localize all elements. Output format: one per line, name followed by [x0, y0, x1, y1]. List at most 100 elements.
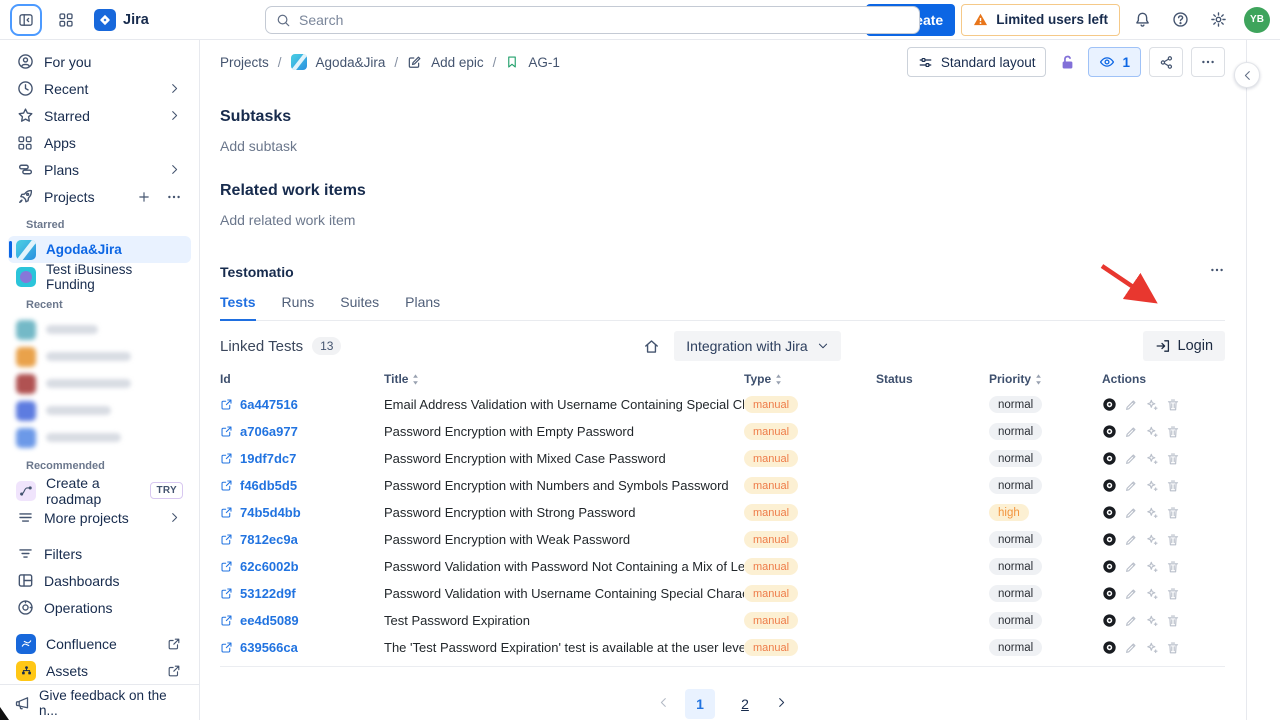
watchers-button[interactable]: 1 [1088, 47, 1141, 77]
generate-test-button[interactable] [1145, 425, 1159, 439]
more-actions-button[interactable] [1191, 47, 1225, 77]
sidebar-item-assets[interactable]: Assets [8, 657, 191, 684]
avatar[interactable]: YB [1244, 7, 1270, 33]
home-button[interactable] [643, 338, 660, 355]
sidebar-project-test-ibusiness-funding[interactable]: Test iBusiness Funding [8, 263, 191, 290]
breadcrumb-add-epic[interactable]: Add epic [431, 55, 484, 70]
test-id-link[interactable]: a706a977 [220, 424, 384, 439]
edit-test-button[interactable] [1124, 479, 1138, 493]
sidebar-item-dashboards[interactable]: Dashboards [8, 567, 191, 594]
sidebar-item-confluence[interactable]: Confluence [8, 630, 191, 657]
edit-test-button[interactable] [1124, 641, 1138, 655]
integration-dropdown[interactable]: Integration with Jira [674, 331, 840, 361]
sidebar-item-plans[interactable]: Plans [8, 156, 191, 183]
settings-button[interactable] [1202, 4, 1234, 36]
add-project-button[interactable] [135, 190, 153, 204]
edit-test-button[interactable] [1124, 452, 1138, 466]
generate-test-button[interactable] [1145, 560, 1159, 574]
column-header-title[interactable]: Title [384, 372, 744, 386]
testomatio-more-button[interactable] [1209, 262, 1225, 281]
test-id-link[interactable]: 62c6002b [220, 559, 384, 574]
view-test-button[interactable] [1102, 424, 1117, 439]
sidebar-recent-item-2[interactable] [8, 343, 191, 370]
login-button[interactable]: Login [1143, 331, 1225, 361]
page-button-2[interactable]: 2 [730, 689, 760, 719]
layout-button[interactable]: Standard layout [907, 47, 1047, 77]
help-button[interactable] [1164, 4, 1196, 36]
view-test-button[interactable] [1102, 640, 1117, 655]
tab-runs[interactable]: Runs [282, 294, 315, 321]
delete-test-button[interactable] [1166, 506, 1180, 520]
edit-test-button[interactable] [1124, 398, 1138, 412]
search-input[interactable] [299, 12, 909, 28]
generate-test-button[interactable] [1145, 506, 1159, 520]
column-header-priority[interactable]: Priority [989, 372, 1102, 386]
view-test-button[interactable] [1102, 478, 1117, 493]
breadcrumb-projects[interactable]: Projects [220, 55, 269, 70]
edit-test-button[interactable] [1124, 587, 1138, 601]
delete-test-button[interactable] [1166, 641, 1180, 655]
tab-tests[interactable]: Tests [220, 294, 256, 321]
unlock-button[interactable] [1054, 47, 1080, 77]
generate-test-button[interactable] [1145, 614, 1159, 628]
test-id-link[interactable]: 53122d9f [220, 586, 384, 601]
edit-test-button[interactable] [1124, 533, 1138, 547]
tab-suites[interactable]: Suites [340, 294, 379, 321]
view-test-button[interactable] [1102, 586, 1117, 601]
projects-more-button[interactable] [165, 189, 183, 205]
view-test-button[interactable] [1102, 532, 1117, 547]
generate-test-button[interactable] [1145, 641, 1159, 655]
edit-test-button[interactable] [1124, 425, 1138, 439]
test-id-link[interactable]: 19df7dc7 [220, 451, 384, 466]
sidebar-item-operations[interactable]: Operations [8, 594, 191, 621]
test-id-link[interactable]: 6a447516 [220, 397, 384, 412]
sidebar-item-filters[interactable]: Filters [8, 540, 191, 567]
sidebar-item-for-you[interactable]: For you [8, 48, 191, 75]
test-id-link[interactable]: ee4d5089 [220, 613, 384, 628]
page-button-1[interactable]: 1 [685, 689, 715, 719]
limited-users-button[interactable]: Limited users left [961, 4, 1120, 36]
sidebar-item-apps[interactable]: Apps [8, 129, 191, 156]
sidebar-recent-item-1[interactable] [8, 316, 191, 343]
view-test-button[interactable] [1102, 451, 1117, 466]
next-page-button[interactable] [775, 696, 788, 713]
previous-page-button[interactable] [657, 696, 670, 713]
delete-test-button[interactable] [1166, 560, 1180, 574]
search-box[interactable] [265, 6, 920, 34]
delete-test-button[interactable] [1166, 425, 1180, 439]
tab-plans[interactable]: Plans [405, 294, 440, 321]
generate-test-button[interactable] [1145, 533, 1159, 547]
sidebar-item-create-roadmap[interactable]: Create a roadmap TRY [8, 477, 191, 504]
add-subtask-link[interactable]: Add subtask [220, 138, 1225, 154]
delete-test-button[interactable] [1166, 398, 1180, 412]
jira-logo[interactable]: Jira [90, 9, 153, 31]
test-id-link[interactable]: 639566ca [220, 640, 384, 655]
sidebar-item-projects[interactable]: Projects [8, 183, 191, 210]
edit-test-button[interactable] [1124, 614, 1138, 628]
sidebar-item-starred[interactable]: Starred [8, 102, 191, 129]
add-related-work-item-link[interactable]: Add related work item [220, 212, 1225, 228]
sidebar-item-recent[interactable]: Recent [8, 75, 191, 102]
view-test-button[interactable] [1102, 613, 1117, 628]
edit-test-button[interactable] [1124, 560, 1138, 574]
sidebar-project-agoda-jira[interactable]: Agoda&Jira [8, 236, 191, 263]
share-button[interactable] [1149, 47, 1183, 77]
delete-test-button[interactable] [1166, 479, 1180, 493]
view-test-button[interactable] [1102, 505, 1117, 520]
delete-test-button[interactable] [1166, 452, 1180, 466]
notifications-button[interactable] [1126, 4, 1158, 36]
app-switcher-button[interactable] [50, 4, 82, 36]
delete-test-button[interactable] [1166, 614, 1180, 628]
generate-test-button[interactable] [1145, 479, 1159, 493]
generate-test-button[interactable] [1145, 452, 1159, 466]
generate-test-button[interactable] [1145, 587, 1159, 601]
delete-test-button[interactable] [1166, 533, 1180, 547]
column-header-type[interactable]: Type [744, 372, 876, 386]
breadcrumb-issue-key[interactable]: AG-1 [528, 55, 560, 70]
sidebar-item-more-projects[interactable]: More projects [8, 504, 191, 531]
collapse-panel-button[interactable] [1234, 62, 1260, 88]
edit-test-button[interactable] [1124, 506, 1138, 520]
test-id-link[interactable]: 74b5d4bb [220, 505, 384, 520]
sidebar-recent-item-4[interactable] [8, 397, 191, 424]
view-test-button[interactable] [1102, 559, 1117, 574]
